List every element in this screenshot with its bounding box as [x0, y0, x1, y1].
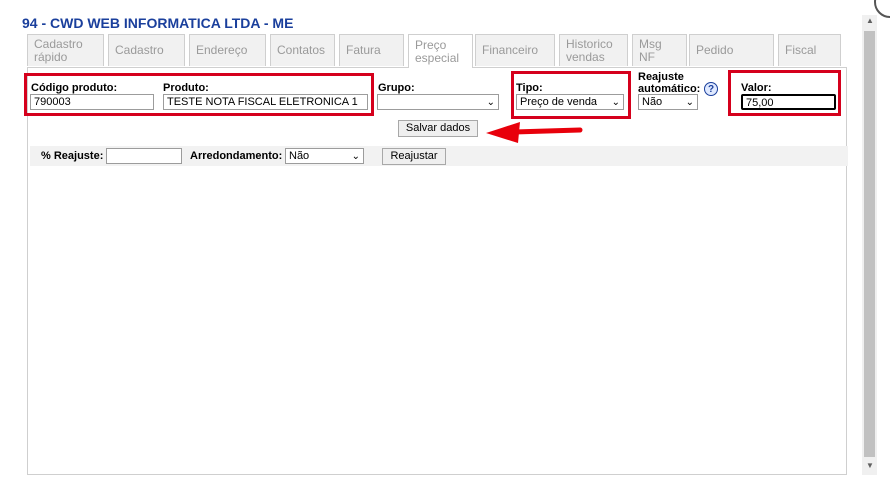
highlight-box-produto [24, 73, 374, 116]
percent-reajuste-input[interactable] [106, 148, 182, 164]
scrollbar-thumb[interactable] [864, 31, 875, 457]
tab-pedido[interactable]: Pedido [689, 34, 774, 66]
tab-fiscal[interactable]: Fiscal [778, 34, 841, 66]
chevron-down-icon: ⌄ [351, 151, 360, 162]
tab-financeiro[interactable]: Financeiro [475, 34, 555, 66]
grupo-label: Grupo: [378, 82, 415, 94]
tab-endereco[interactable]: Endereço [189, 34, 266, 66]
percent-reajuste-label: % Reajuste: [41, 150, 104, 162]
tab-preco-especial[interactable]: Preço especial [408, 34, 473, 68]
reajuste-automatico-label: Reajuste automático: [638, 71, 701, 95]
tab-msg-nf[interactable]: Msg NF [632, 34, 687, 66]
reajustar-button[interactable]: Reajustar [382, 148, 446, 165]
reajuste-automatico-select[interactable]: Não ⌄ [638, 94, 698, 110]
salvar-dados-button[interactable]: Salvar dados [398, 120, 478, 137]
chevron-down-icon: ⌄ [685, 97, 694, 108]
red-arrow-left-icon [486, 122, 583, 143]
highlight-box-tipo [511, 71, 631, 119]
grupo-select[interactable]: ⌄ [377, 94, 499, 110]
help-icon[interactable]: ? [704, 82, 718, 96]
tab-historico-vendas[interactable]: Historico vendas [559, 34, 628, 66]
scroll-down-icon[interactable]: ▼ [866, 461, 874, 470]
arredondamento-label: Arredondamento: [190, 150, 283, 162]
reajuste-automatico-value: Não [642, 96, 663, 108]
page-title: 94 - CWD WEB INFORMATICA LTDA - ME [22, 15, 294, 31]
arredondamento-value: Não [289, 150, 310, 162]
tab-fatura[interactable]: Fatura [339, 34, 404, 66]
scroll-up-icon[interactable]: ▲ [866, 16, 874, 25]
tab-contatos[interactable]: Contatos [270, 34, 335, 66]
chevron-down-icon: ⌄ [486, 97, 495, 108]
highlight-box-valor [728, 70, 841, 116]
arredondamento-select[interactable]: Não ⌄ [285, 148, 364, 164]
tab-cadastro[interactable]: Cadastro [108, 34, 185, 66]
tab-cadastro-rapido[interactable]: Cadastro rápido [27, 34, 104, 66]
